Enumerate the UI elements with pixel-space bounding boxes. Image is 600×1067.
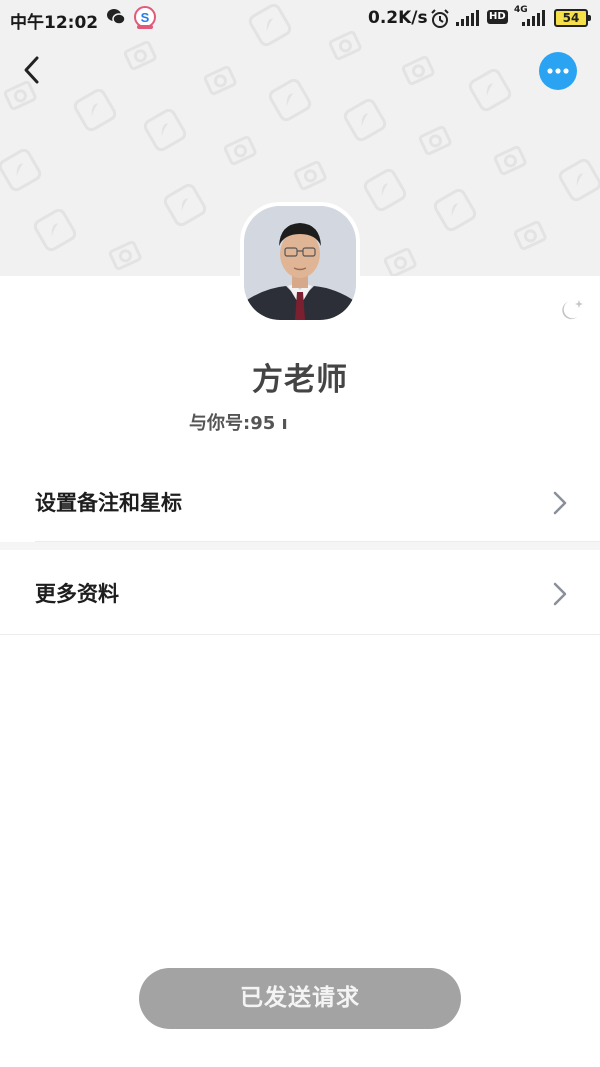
hd-badge: HD [487,10,508,24]
app-icon: S [134,6,156,35]
back-button[interactable] [14,52,50,88]
chevron-left-icon [24,56,39,84]
divider [0,634,600,635]
signal-icon [456,10,480,31]
svg-text:S: S [141,10,150,25]
avatar-photo [244,206,356,320]
more-info-label: 更多资料 [35,582,119,606]
relation-text: 与你号:95 ı [189,413,288,434]
moon-star-icon[interactable] [560,297,584,325]
set-remark-label: 设置备注和星标 [35,491,182,515]
alarm-icon [430,9,450,34]
set-remark-row[interactable]: 设置备注和星标 [0,459,600,545]
net-speed: 0.2K/s [368,8,428,28]
status-time: 中午12:02 [10,13,99,33]
more-button[interactable] [539,52,577,90]
section-gap [0,542,600,550]
chevron-right-icon [552,582,568,610]
status-bar: 中午12:02 S 0.2K/s HD 4G 54 [0,0,600,38]
signal-icon [522,10,546,31]
request-sent-button[interactable]: 已发送请求 [139,968,461,1029]
more-dots-icon [547,68,569,74]
battery-icon: 54 [554,9,591,27]
wechat-icon [106,8,126,31]
more-info-row[interactable]: 更多资料 [0,550,600,636]
avatar[interactable] [240,202,360,324]
contact-name: 方老师 [252,362,348,398]
chevron-right-icon [552,491,568,519]
